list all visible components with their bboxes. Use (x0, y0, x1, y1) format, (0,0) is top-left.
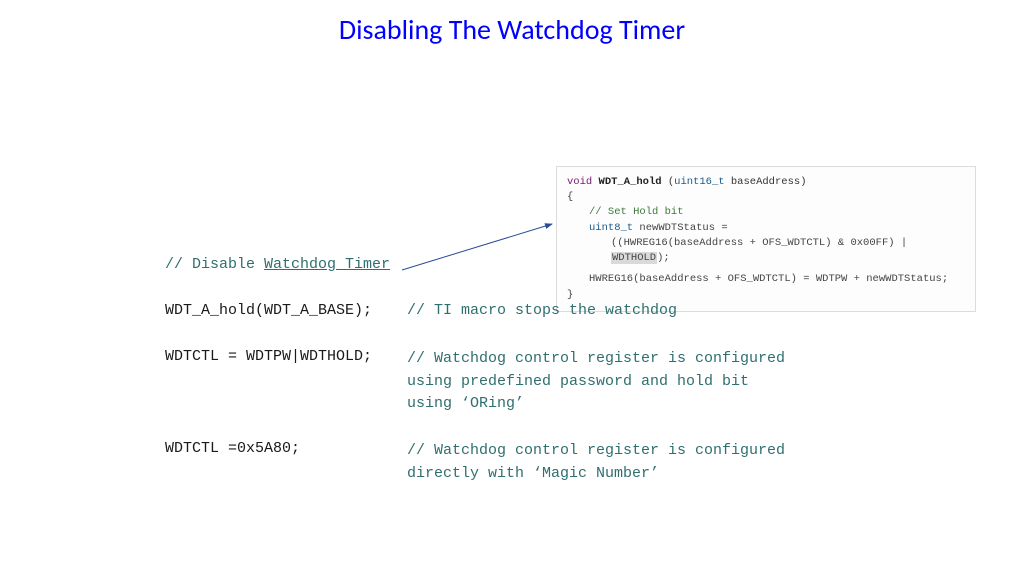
comment-row-2: // Watchdog control register is configur… (407, 348, 785, 416)
code-row-2: WDTCTL = WDTPW|WDTHOLD; (165, 348, 372, 365)
comment-row-2-l2: using predefined password and hold bit (407, 373, 749, 390)
comment-row-3: // Watchdog control register is configur… (407, 440, 785, 485)
snippet-expr-tail: ); (657, 252, 670, 264)
snippet-brace-close: } (567, 289, 573, 301)
snippet-param: baseAddress) (725, 176, 807, 188)
slide-title: Disabling The Watchdog Timer (0, 12, 1024, 47)
snippet-assign: HWREG16(baseAddress + OFS_WDTCTL) = WDTP… (589, 272, 965, 287)
snippet-param-type: uint16_t (674, 176, 724, 188)
snippet-comment: // Set Hold bit (589, 205, 965, 220)
comment-row-2-l3: using ‘ORing’ (407, 395, 524, 412)
snippet-var: newWDTStatus = (633, 222, 728, 234)
snippet-brace-open: { (567, 191, 573, 203)
code-row-3: WDTCTL =0x5A80; (165, 440, 300, 457)
comment-disable: // Disable Watchdog Timer (165, 256, 390, 273)
snippet-expr-a: ((HWREG16(baseAddress + OFS_WDTCTL) & 0x… (611, 237, 907, 249)
disable-link-text: Watchdog Timer (264, 256, 390, 273)
code-snippet-box: void WDT_A_hold (uint16_t baseAddress) {… (556, 166, 976, 312)
code-row-1: WDT_A_hold(WDT_A_BASE); (165, 302, 372, 319)
snippet-fn-name: WDT_A_hold (599, 176, 662, 188)
comment-row-2-l1: // Watchdog control register is configur… (407, 350, 785, 367)
comment-row-3-l2: directly with ‘Magic Number’ (407, 465, 659, 482)
snippet-paren: ( (662, 176, 675, 188)
disable-prefix: // Disable (165, 256, 264, 273)
arrow-icon (400, 220, 560, 275)
snippet-decl: uint8_t newWDTStatus = (589, 221, 965, 236)
comment-row-3-l1: // Watchdog control register is configur… (407, 442, 785, 459)
kw-void: void (567, 176, 592, 188)
comment-row-1: // TI macro stops the watchdog (407, 302, 677, 319)
snippet-uint8: uint8_t (589, 222, 633, 234)
snippet-expr: ((HWREG16(baseAddress + OFS_WDTCTL) & 0x… (611, 236, 965, 266)
snippet-expr-highlight: WDTHOLD (611, 252, 657, 264)
